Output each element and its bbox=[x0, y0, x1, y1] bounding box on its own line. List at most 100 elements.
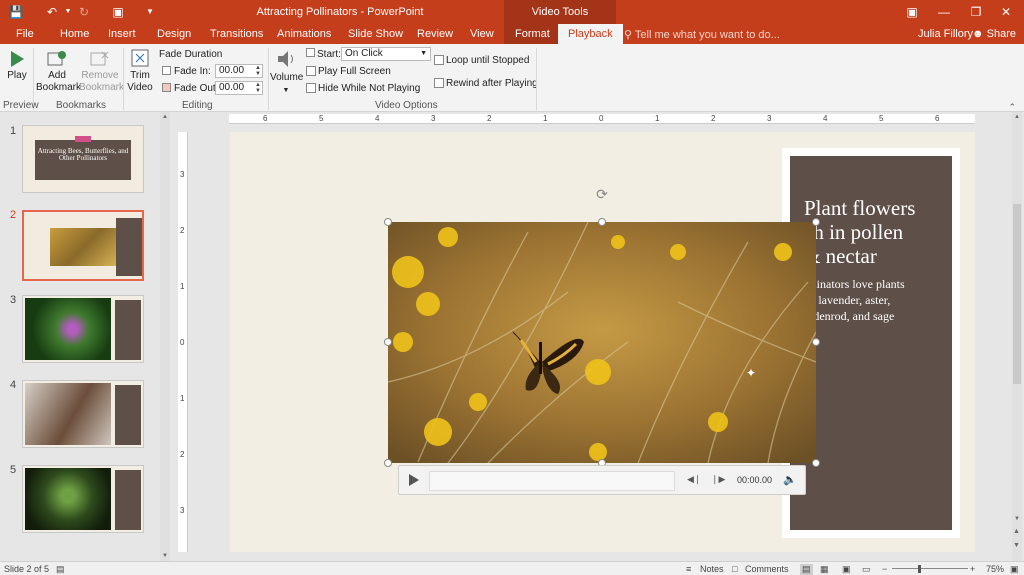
comments-button[interactable]: Comments bbox=[745, 564, 789, 574]
zoom-slider-thumb[interactable] bbox=[918, 565, 921, 573]
play-full-screen-checkbox[interactable] bbox=[306, 66, 316, 76]
step-back-icon[interactable]: ◀❘ bbox=[687, 474, 701, 485]
slide-body[interactable]: ollinators love plants ke lavender, aste… bbox=[804, 276, 905, 324]
lightbulb-icon: ⚲ bbox=[624, 29, 633, 41]
tab-playback[interactable]: Playback bbox=[558, 24, 623, 44]
tab-home[interactable]: Home bbox=[60, 28, 89, 40]
ruler-label: 2 bbox=[711, 114, 716, 123]
notes-button[interactable]: Notes bbox=[700, 564, 724, 574]
tab-review[interactable]: Review bbox=[417, 28, 453, 40]
next-slide-icon[interactable]: ▼ bbox=[1013, 542, 1020, 549]
previous-slide-icon[interactable]: ▲ bbox=[1013, 528, 1020, 535]
start-value: On Click bbox=[345, 48, 383, 59]
tab-transitions[interactable]: Transitions bbox=[210, 28, 263, 40]
play-icon[interactable] bbox=[407, 472, 421, 491]
scroll-up-icon[interactable]: ▲ bbox=[1014, 114, 1020, 120]
ruler-label: 2 bbox=[487, 114, 492, 123]
scrollbar-thumb[interactable] bbox=[1013, 204, 1021, 384]
notes-icon[interactable]: ≡ bbox=[686, 564, 691, 574]
fade-out-label: Fade Out: bbox=[174, 83, 219, 94]
spell-check-icon[interactable]: ▤ bbox=[56, 564, 65, 575]
zoom-level[interactable]: 75% bbox=[986, 564, 1004, 574]
resize-handle[interactable] bbox=[384, 218, 392, 226]
loop-until-stopped-checkbox[interactable] bbox=[434, 55, 444, 65]
body-line: ke lavender, aster, bbox=[804, 293, 891, 307]
tab-slide-show[interactable]: Slide Show bbox=[348, 28, 403, 40]
ruler-label: 1 bbox=[655, 114, 660, 123]
zoom-out-icon[interactable]: − bbox=[882, 564, 887, 574]
zoom-slider[interactable] bbox=[892, 568, 968, 569]
ruler-label: 5 bbox=[879, 114, 884, 123]
slide-thumbnail-1[interactable]: Attracting Bees, Butterflies, and Other … bbox=[22, 125, 144, 193]
tab-view[interactable]: View bbox=[470, 28, 494, 40]
rewind-after-playing-checkbox[interactable] bbox=[434, 78, 444, 88]
editor-scrollbar[interactable]: ▲ ▼ ▲ ▼ bbox=[1012, 112, 1022, 561]
thumbnail-title: Attracting Bees, Butterflies, and Other … bbox=[37, 147, 129, 162]
play-icon bbox=[11, 51, 24, 67]
reading-view-icon[interactable]: ▣ bbox=[842, 564, 851, 575]
comments-icon[interactable]: □ bbox=[732, 564, 737, 574]
fade-in-stepper[interactable]: 00.00 ▲ ▼ bbox=[215, 64, 263, 78]
slide-sorter-view-icon[interactable]: ▦ bbox=[820, 564, 829, 575]
text-panel bbox=[116, 218, 142, 276]
normal-view-icon[interactable]: ▤ bbox=[800, 564, 813, 575]
resize-handle[interactable] bbox=[384, 459, 392, 467]
rotate-handle-icon[interactable]: ⟳ bbox=[594, 186, 610, 202]
resize-handle[interactable] bbox=[812, 338, 820, 346]
ruler-label: 0 bbox=[180, 338, 185, 347]
slide-heading[interactable]: Plant flowers ch in pollen & nectar bbox=[804, 196, 915, 268]
resize-handle[interactable] bbox=[812, 218, 820, 226]
ribbon-display-options-icon[interactable]: ▣ bbox=[902, 4, 922, 20]
person-icon: ☻ bbox=[972, 28, 984, 40]
spinner-arrows-icon[interactable]: ▲ ▼ bbox=[255, 82, 261, 94]
zoom-in-icon[interactable]: + bbox=[970, 564, 975, 574]
volume-dropdown-icon: ▼ bbox=[282, 87, 290, 94]
remove-bookmark-button[interactable]: Remove Bookmark bbox=[79, 50, 124, 94]
hide-while-not-playing-label: Hide While Not Playing bbox=[318, 83, 421, 94]
scroll-down-icon[interactable]: ▼ bbox=[1014, 516, 1020, 522]
volume-icon[interactable]: 🔈 bbox=[783, 473, 797, 486]
minimize-icon[interactable]: — bbox=[934, 4, 954, 20]
timeline-track[interactable] bbox=[429, 471, 675, 491]
fit-to-window-icon[interactable]: ▣ bbox=[1010, 564, 1019, 575]
ruler-label: 3 bbox=[767, 114, 772, 123]
restore-icon[interactable]: ❐ bbox=[966, 4, 986, 20]
volume-button[interactable]: Volume ▼ bbox=[270, 48, 303, 97]
ruler-label: 3 bbox=[180, 170, 185, 179]
tell-me-box[interactable]: ⚲ Tell me what you want to do... bbox=[624, 28, 780, 41]
hide-while-not-playing-checkbox[interactable] bbox=[306, 83, 316, 93]
slide-thumbnail-3[interactable] bbox=[22, 295, 144, 363]
fade-in-label: Fade In: bbox=[174, 66, 211, 77]
close-icon[interactable]: ✕ bbox=[996, 4, 1016, 20]
play-button[interactable]: Play bbox=[4, 50, 30, 82]
slide-thumbnail-4[interactable] bbox=[22, 380, 144, 448]
tab-format[interactable]: Format bbox=[515, 28, 550, 40]
thumbnail-number: 4 bbox=[10, 379, 17, 391]
ruler-label: 0 bbox=[599, 114, 604, 123]
video-frame[interactable] bbox=[388, 222, 816, 463]
tab-insert[interactable]: Insert bbox=[108, 28, 136, 40]
resize-handle[interactable] bbox=[812, 459, 820, 467]
thumbnails-scrollbar[interactable]: ▲ ▼ bbox=[160, 112, 170, 561]
fade-out-stepper[interactable]: 00.00 ▲ ▼ bbox=[215, 81, 263, 95]
tab-animations[interactable]: Animations bbox=[277, 28, 331, 40]
trim-video-button[interactable]: Trim Video bbox=[126, 48, 154, 94]
slide-thumbnail-2[interactable] bbox=[22, 210, 144, 281]
scroll-up-icon[interactable]: ▲ bbox=[162, 114, 168, 120]
fade-out-icon bbox=[162, 83, 171, 92]
add-bookmark-button[interactable]: Add Bookmark bbox=[36, 50, 81, 94]
scroll-down-icon[interactable]: ▼ bbox=[162, 553, 168, 559]
user-name[interactable]: Julia Fillory bbox=[918, 28, 973, 40]
spinner-arrows-icon[interactable]: ▲ ▼ bbox=[255, 65, 261, 77]
resize-handle[interactable] bbox=[598, 218, 606, 226]
resize-handle[interactable] bbox=[384, 338, 392, 346]
trim-video-label-2: Video bbox=[127, 82, 153, 93]
step-forward-icon[interactable]: ❘▶ bbox=[711, 474, 725, 485]
tab-file[interactable]: File bbox=[16, 28, 34, 40]
start-select[interactable]: On Click ▼ bbox=[341, 47, 431, 61]
slide-thumbnail-5[interactable] bbox=[22, 465, 144, 533]
slide-show-view-icon[interactable]: ▭ bbox=[862, 564, 871, 575]
tab-design[interactable]: Design bbox=[157, 28, 191, 40]
logo-tab bbox=[75, 136, 91, 142]
share-button[interactable]: ☻ Share bbox=[972, 28, 1016, 40]
